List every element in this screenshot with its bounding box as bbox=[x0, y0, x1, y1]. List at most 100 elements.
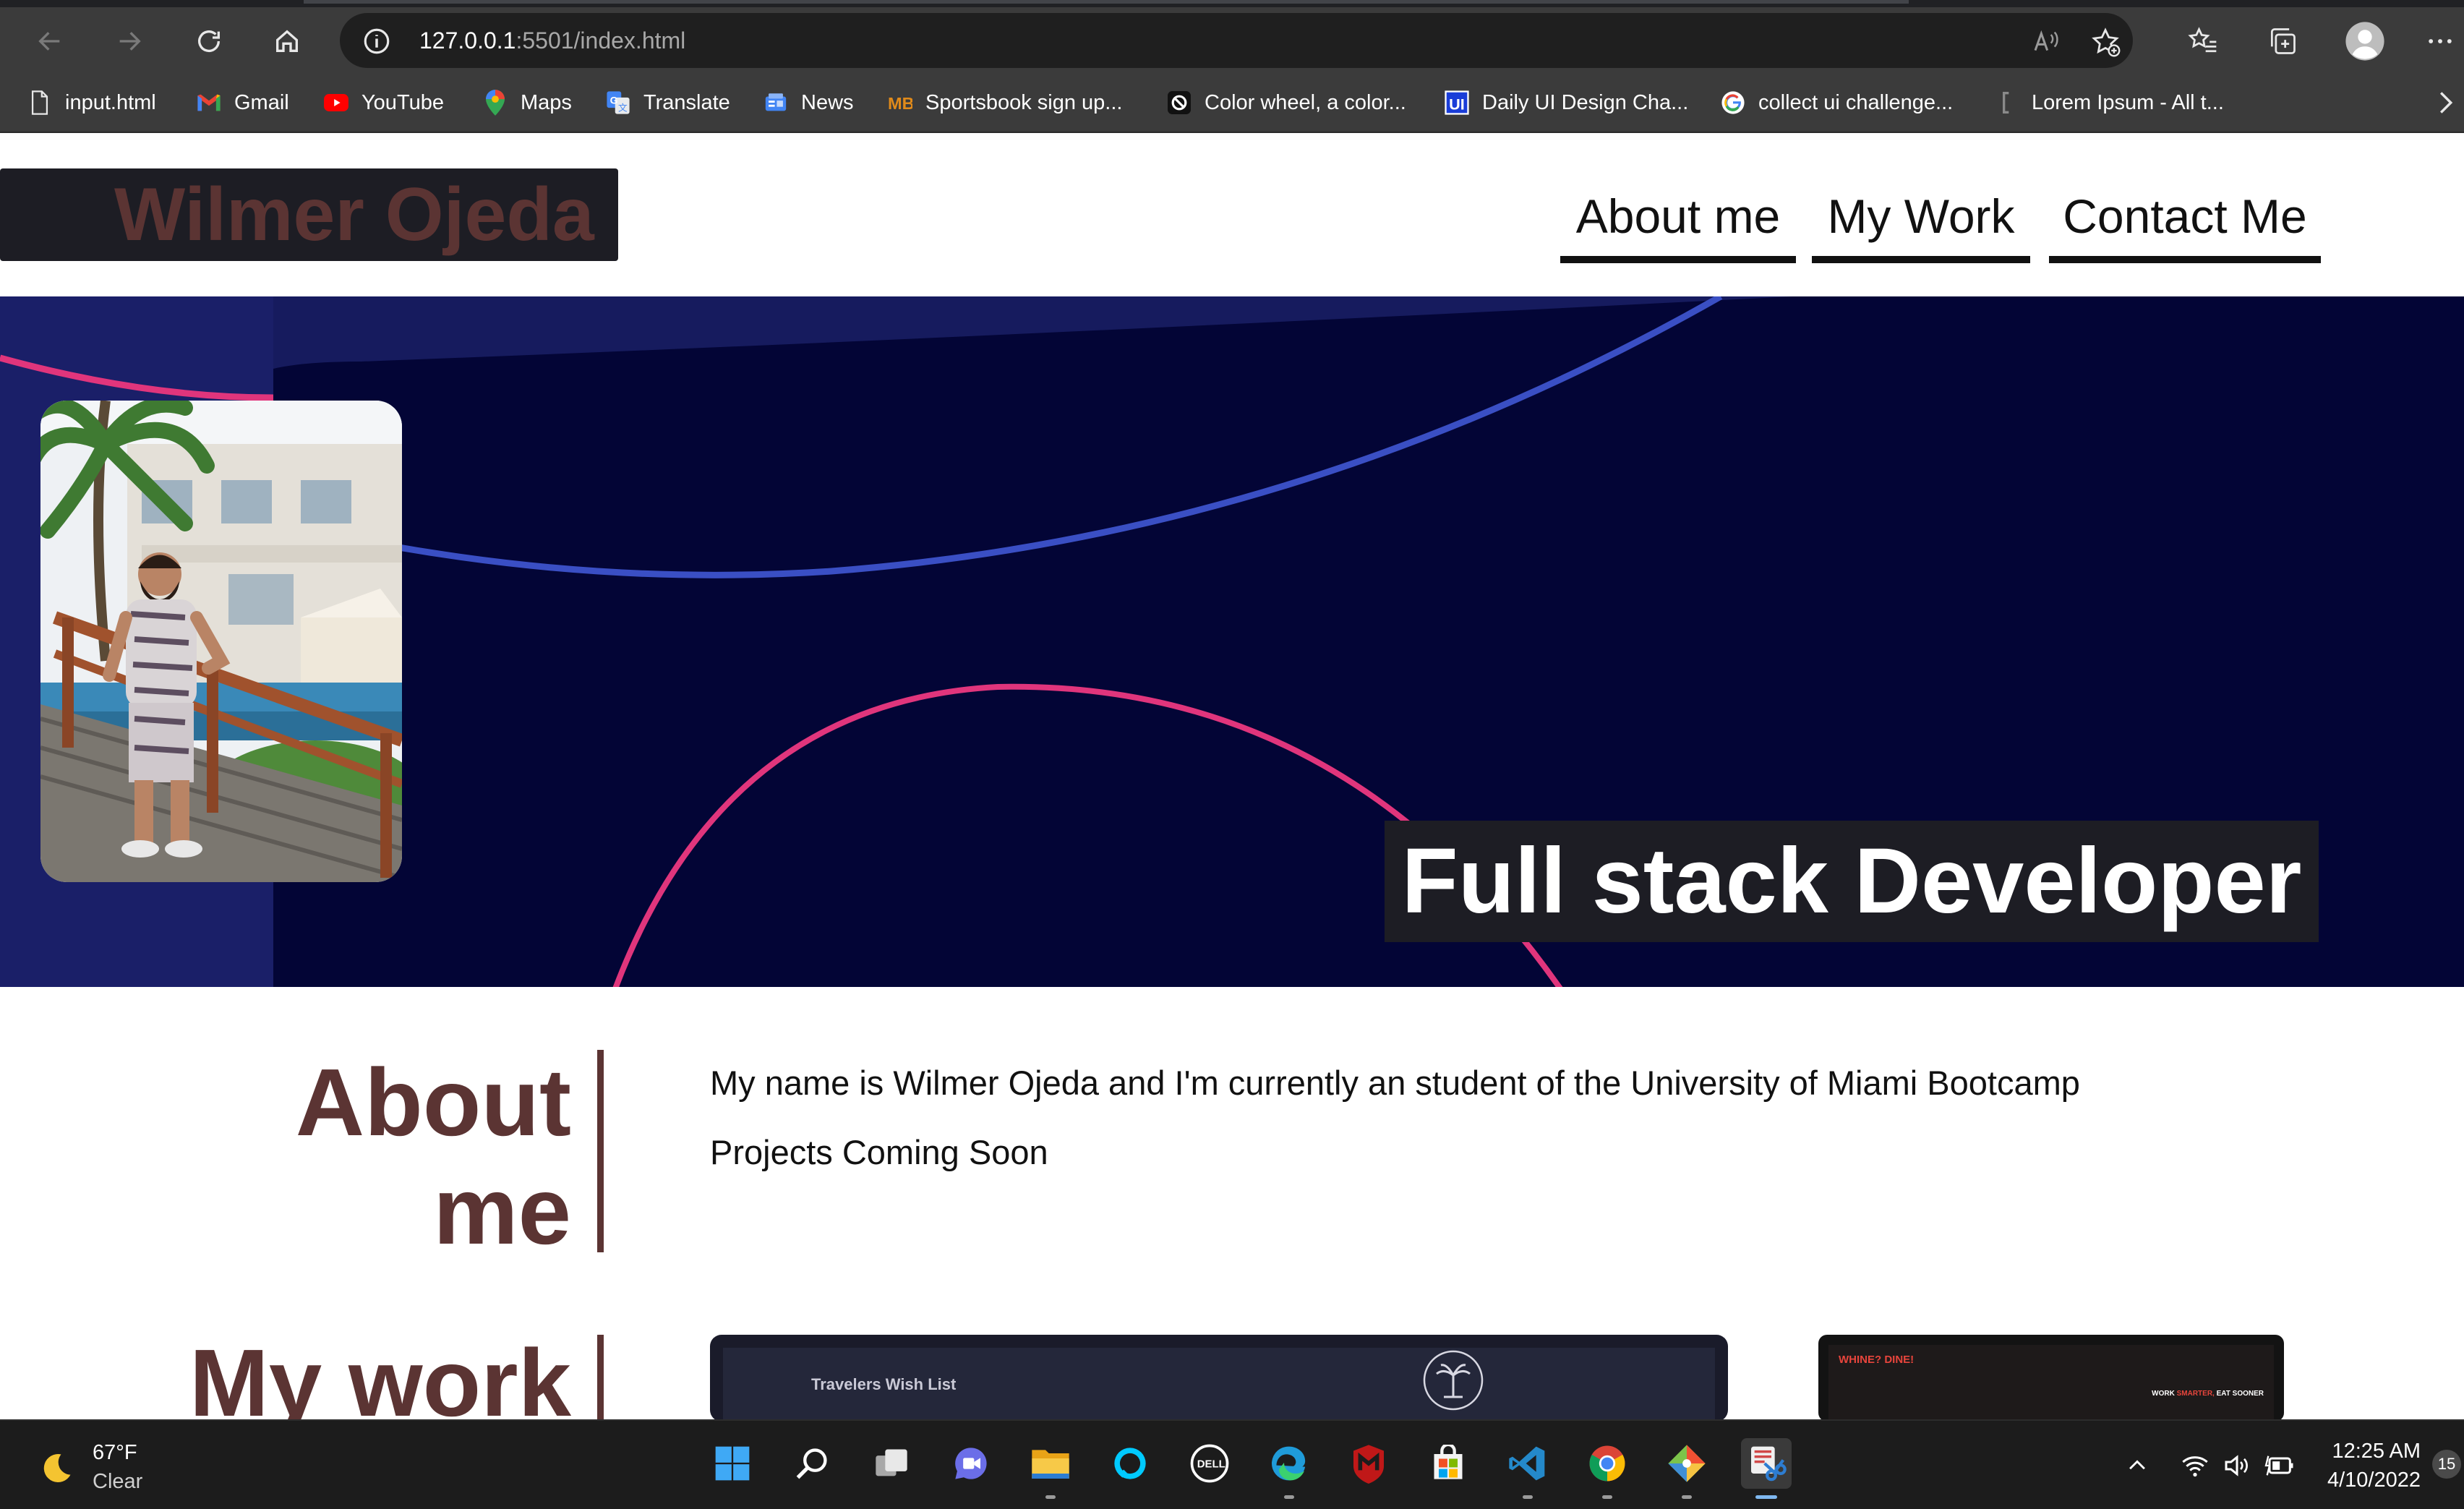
profile-photo bbox=[40, 401, 402, 882]
about-divider bbox=[597, 1050, 604, 1252]
tray-overflow-button[interactable] bbox=[2121, 1450, 2153, 1482]
youtube-icon bbox=[324, 90, 348, 115]
notification-badge[interactable]: 15 bbox=[2432, 1450, 2461, 1479]
taskbar-vscode[interactable] bbox=[1502, 1438, 1553, 1499]
taskbar-task-view-button[interactable] bbox=[866, 1438, 917, 1489]
bookmark-label: Translate bbox=[643, 90, 730, 114]
taskbar-chrome[interactable] bbox=[1582, 1438, 1633, 1499]
reload-button[interactable] bbox=[188, 20, 230, 62]
svg-text:DELL: DELL bbox=[1197, 1458, 1225, 1471]
whine-text: WHINE? bbox=[1839, 1354, 1882, 1366]
bookmark-label: collect ui challenge... bbox=[1758, 90, 1954, 114]
add-favorite-icon[interactable] bbox=[2089, 26, 2121, 58]
bookmark-label: Sportsbook sign up... bbox=[925, 90, 1123, 114]
sportsbook-icon: MB bbox=[888, 90, 912, 115]
settings-menu-button[interactable] bbox=[2419, 20, 2461, 62]
project-card-tagline: WORK SMARTER, EAT SOONER bbox=[2152, 1390, 2264, 1398]
tray-volume[interactable] bbox=[2221, 1450, 2253, 1482]
bookmark-youtube[interactable]: YouTube bbox=[324, 74, 444, 132]
snipping-tool-icon bbox=[1751, 1446, 1787, 1482]
profile-photo-illustration bbox=[40, 401, 402, 882]
projects-coming-soon-text: Projects Coming Soon bbox=[710, 1133, 1048, 1171]
taskbar-start-button[interactable] bbox=[707, 1438, 758, 1489]
tagline-work: WORK bbox=[2152, 1390, 2175, 1398]
running-indicator bbox=[1755, 1495, 1777, 1499]
nav-link-about-me[interactable]: About me bbox=[1560, 181, 1796, 263]
translate-icon: G文 bbox=[606, 90, 630, 115]
clock-date: 4/10/2022 bbox=[2327, 1469, 2421, 1492]
system-clock[interactable]: 12:25 AM 4/10/2022 bbox=[2327, 1437, 2421, 1495]
hero-section: Full stack Developer bbox=[0, 296, 2464, 987]
bookmark-label: input.html bbox=[65, 90, 156, 114]
bookmark-input-html[interactable]: input.html bbox=[27, 74, 156, 132]
taskbar-mcafee[interactable] bbox=[1343, 1438, 1394, 1489]
tagline-eat-sooner: EAT SOONER bbox=[2216, 1390, 2264, 1398]
taskbar-file-explorer[interactable] bbox=[1025, 1438, 1076, 1499]
battery-charging-icon bbox=[2264, 1455, 2293, 1476]
weather-moon-icon[interactable] bbox=[38, 1450, 75, 1487]
favorites-icon bbox=[2188, 27, 2217, 53]
nav-link-contact-me[interactable]: Contact Me bbox=[2049, 181, 2321, 263]
bookmark-daily-ui[interactable]: UI Daily UI Design Cha... bbox=[1445, 74, 1688, 132]
site-info-icon[interactable] bbox=[362, 26, 392, 56]
weather-temperature[interactable]: 67°F bbox=[93, 1441, 137, 1465]
tray-wifi[interactable] bbox=[2179, 1450, 2211, 1482]
url-path: :5501/index.html bbox=[516, 27, 686, 54]
taskbar-chat-button[interactable] bbox=[946, 1438, 996, 1489]
taskbar-alexa[interactable] bbox=[1105, 1438, 1155, 1489]
bookmark-color-wheel[interactable]: Color wheel, a color... bbox=[1167, 74, 1406, 132]
store-bag-icon bbox=[1434, 1445, 1463, 1479]
forward-button[interactable] bbox=[108, 20, 150, 62]
profile-avatar-icon bbox=[2345, 22, 2384, 61]
dailyui-icon: UI bbox=[1445, 90, 1469, 115]
vscode-icon bbox=[1509, 1446, 1545, 1481]
mcafee-shield-icon bbox=[1353, 1445, 1384, 1484]
folder-icon bbox=[1032, 1450, 1069, 1479]
windows-taskbar: 67°F Clear DELL 12:25 AM 4/10/2022 15 bbox=[0, 1419, 2464, 1509]
browser-toolbar: 127.0.0.1:5501/index.html bbox=[0, 7, 2464, 74]
about-heading-line1: About bbox=[295, 1049, 571, 1155]
taskbar-edge[interactable] bbox=[1264, 1438, 1314, 1499]
running-indicator bbox=[1682, 1495, 1692, 1499]
home-button[interactable] bbox=[266, 20, 308, 62]
collections-button[interactable] bbox=[2262, 20, 2303, 62]
project-card-travelers-wish-list[interactable]: Travelers Wish List bbox=[710, 1335, 1728, 1422]
back-arrow-icon bbox=[38, 32, 60, 51]
running-indicator bbox=[1602, 1495, 1612, 1499]
weather-condition[interactable]: Clear bbox=[93, 1470, 142, 1494]
running-indicator bbox=[1284, 1495, 1294, 1499]
svg-text:UI: UI bbox=[1449, 95, 1465, 113]
bookmark-sportsbook[interactable]: MB Sportsbook sign up... bbox=[888, 74, 1122, 132]
chrome-icon bbox=[1589, 1445, 1625, 1482]
tray-battery[interactable] bbox=[2264, 1450, 2296, 1482]
dine-text: DINE! bbox=[1884, 1354, 1915, 1366]
bookmark-gmail[interactable]: Gmail bbox=[197, 74, 289, 132]
project-card-whine-dine[interactable]: WHINE? DINE! WORK SMARTER, EAT SOONER bbox=[1818, 1335, 2284, 1422]
project-card-title: Travelers Wish List bbox=[811, 1375, 957, 1393]
svg-text:MB: MB bbox=[888, 94, 912, 113]
taskbar-snipping-tool[interactable] bbox=[1741, 1438, 1792, 1499]
profile-button[interactable] bbox=[2344, 20, 2386, 62]
taskbar-git[interactable] bbox=[1661, 1438, 1712, 1499]
back-button[interactable] bbox=[29, 20, 71, 62]
bookmark-collect-ui[interactable]: collect ui challenge... bbox=[1721, 74, 1953, 132]
work-divider bbox=[597, 1335, 604, 1422]
bookmarks-overflow-button[interactable] bbox=[2437, 74, 2455, 132]
taskbar-microsoft-store[interactable] bbox=[1423, 1438, 1473, 1489]
clock-time: 12:25 AM bbox=[2332, 1440, 2421, 1463]
address-bar[interactable]: 127.0.0.1:5501/index.html bbox=[340, 13, 2133, 68]
logo-text: Wilmer Ojeda bbox=[114, 173, 594, 257]
bookmark-maps[interactable]: Maps bbox=[483, 74, 572, 132]
taskbar-search-button[interactable] bbox=[787, 1438, 837, 1489]
bookmark-translate[interactable]: G文 Translate bbox=[606, 74, 730, 132]
taskbar-dell[interactable]: DELL bbox=[1184, 1438, 1235, 1489]
nav-link-my-work[interactable]: My Work bbox=[1812, 181, 2030, 263]
bookmark-label: Color wheel, a color... bbox=[1205, 90, 1406, 114]
bookmark-news[interactable]: News bbox=[763, 74, 854, 132]
read-aloud-icon[interactable] bbox=[2032, 27, 2061, 56]
windows-start-icon bbox=[715, 1446, 750, 1481]
site-logo[interactable]: Wilmer Ojeda bbox=[0, 168, 618, 261]
favorites-button[interactable] bbox=[2182, 20, 2224, 62]
url-text[interactable]: 127.0.0.1:5501/index.html bbox=[419, 13, 685, 68]
bookmark-lorem-ipsum[interactable]: Lorem Ipsum - All t... bbox=[1994, 74, 2224, 132]
